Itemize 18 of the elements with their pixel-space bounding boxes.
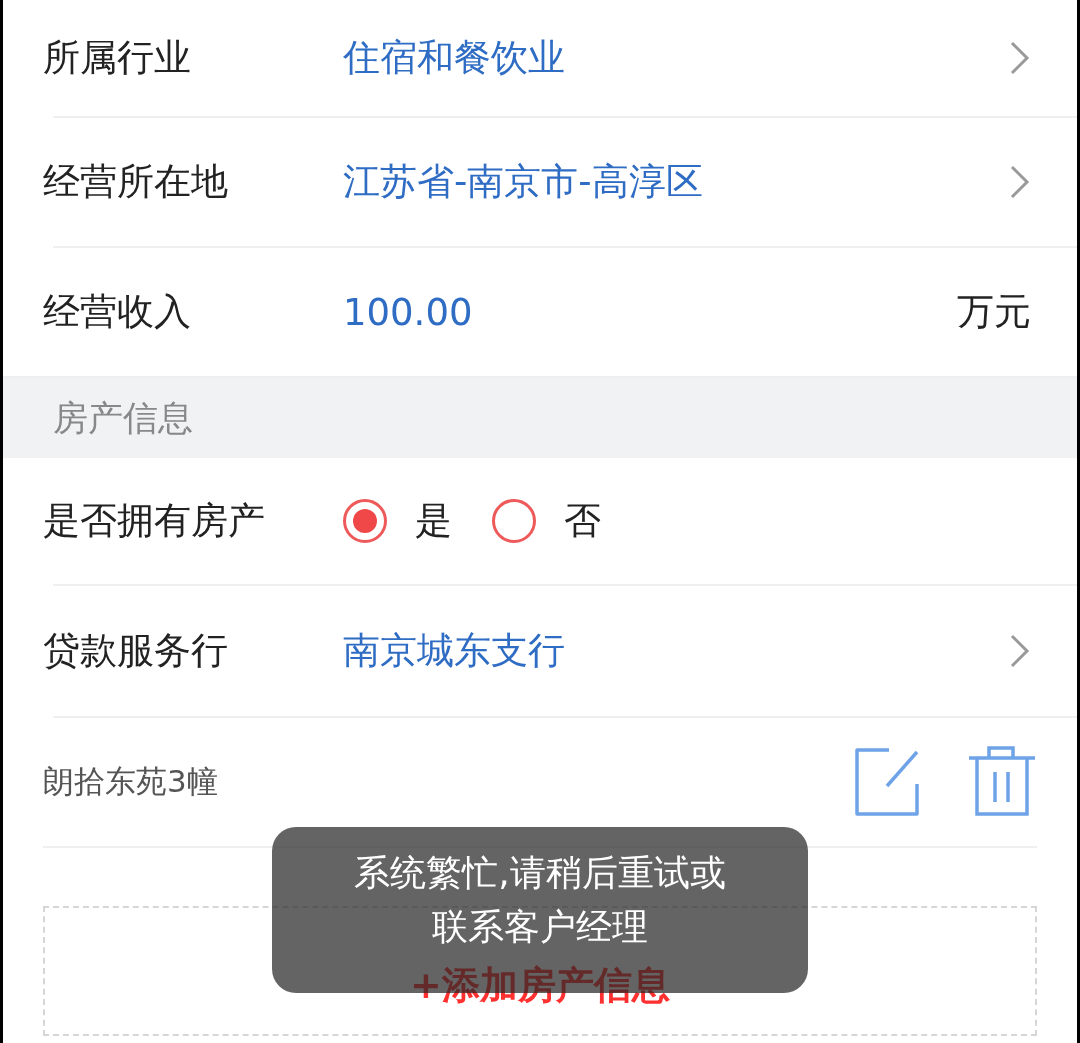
chevron-right-icon — [1009, 164, 1031, 200]
property-name: 朗拾东苑3幢 — [43, 762, 219, 801]
field-label: 经营所在地 — [43, 159, 229, 205]
field-label: 所属行业 — [43, 35, 192, 81]
field-label: 经营收入 — [43, 289, 192, 335]
toast-message: 系统繁忙,请稍后重试或联系客户经理 — [353, 851, 727, 949]
field-value[interactable]: 南京城东支行 — [343, 626, 1009, 676]
radio-option[interactable]: 否 — [492, 496, 601, 546]
chevron-right-icon — [1009, 633, 1031, 669]
field-label: 是否拥有房产 — [43, 498, 266, 544]
unit-label: 万元 — [957, 289, 1031, 335]
section-title: 房产信息 — [53, 396, 193, 440]
field-value[interactable]: 住宿和餐饮业 — [343, 33, 1009, 83]
field-label: 贷款服务行 — [43, 628, 229, 674]
radio-option[interactable]: 是 — [343, 496, 452, 546]
chevron-right-icon — [1009, 40, 1031, 76]
amount-field[interactable]: 100.00 — [343, 290, 957, 334]
field-value[interactable]: 江苏省-南京市-高淳区 — [343, 157, 1009, 207]
